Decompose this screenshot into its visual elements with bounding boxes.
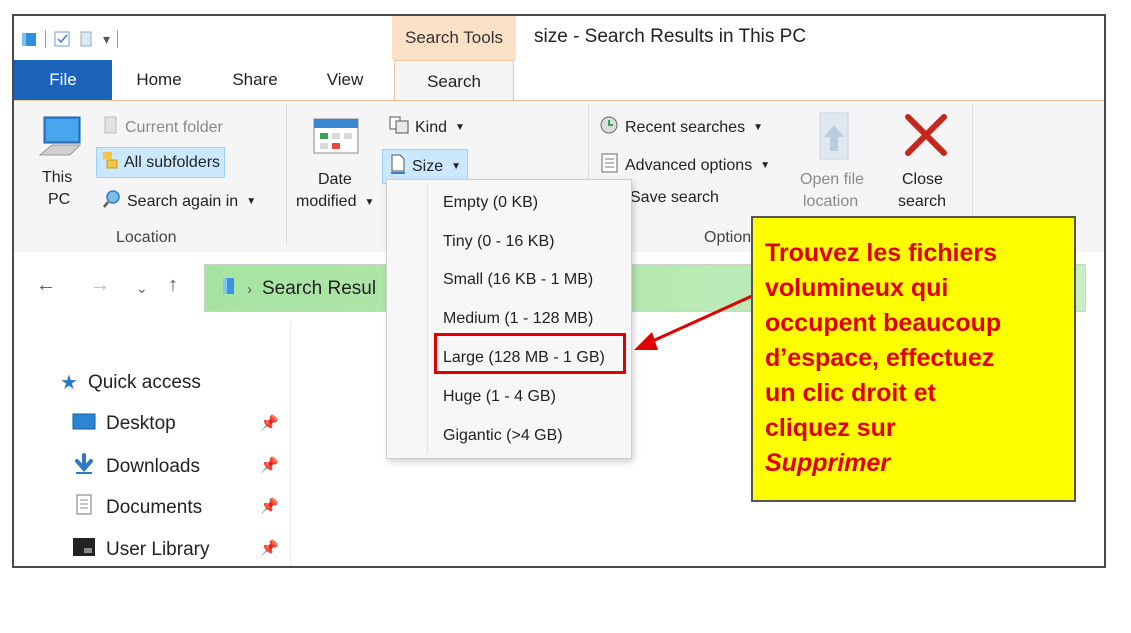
callout-line-4: d’espace, effectuez (765, 344, 995, 372)
callout-line-6: cliquez sur (765, 414, 896, 442)
callout-line-5: un clic droit et (765, 379, 936, 407)
callout-line-2: volumineux qui (765, 274, 949, 302)
callout-line-3: occupent beaucoup (765, 309, 1002, 337)
callout-line-7: Supprimer (765, 449, 891, 477)
annotation-callout: Trouvez les fichiers volumineux qui occu… (751, 216, 1076, 502)
callout-text: Trouvez les fichiers volumineux qui occu… (765, 236, 1064, 481)
callout-line-1: Trouvez les fichiers (765, 239, 998, 267)
